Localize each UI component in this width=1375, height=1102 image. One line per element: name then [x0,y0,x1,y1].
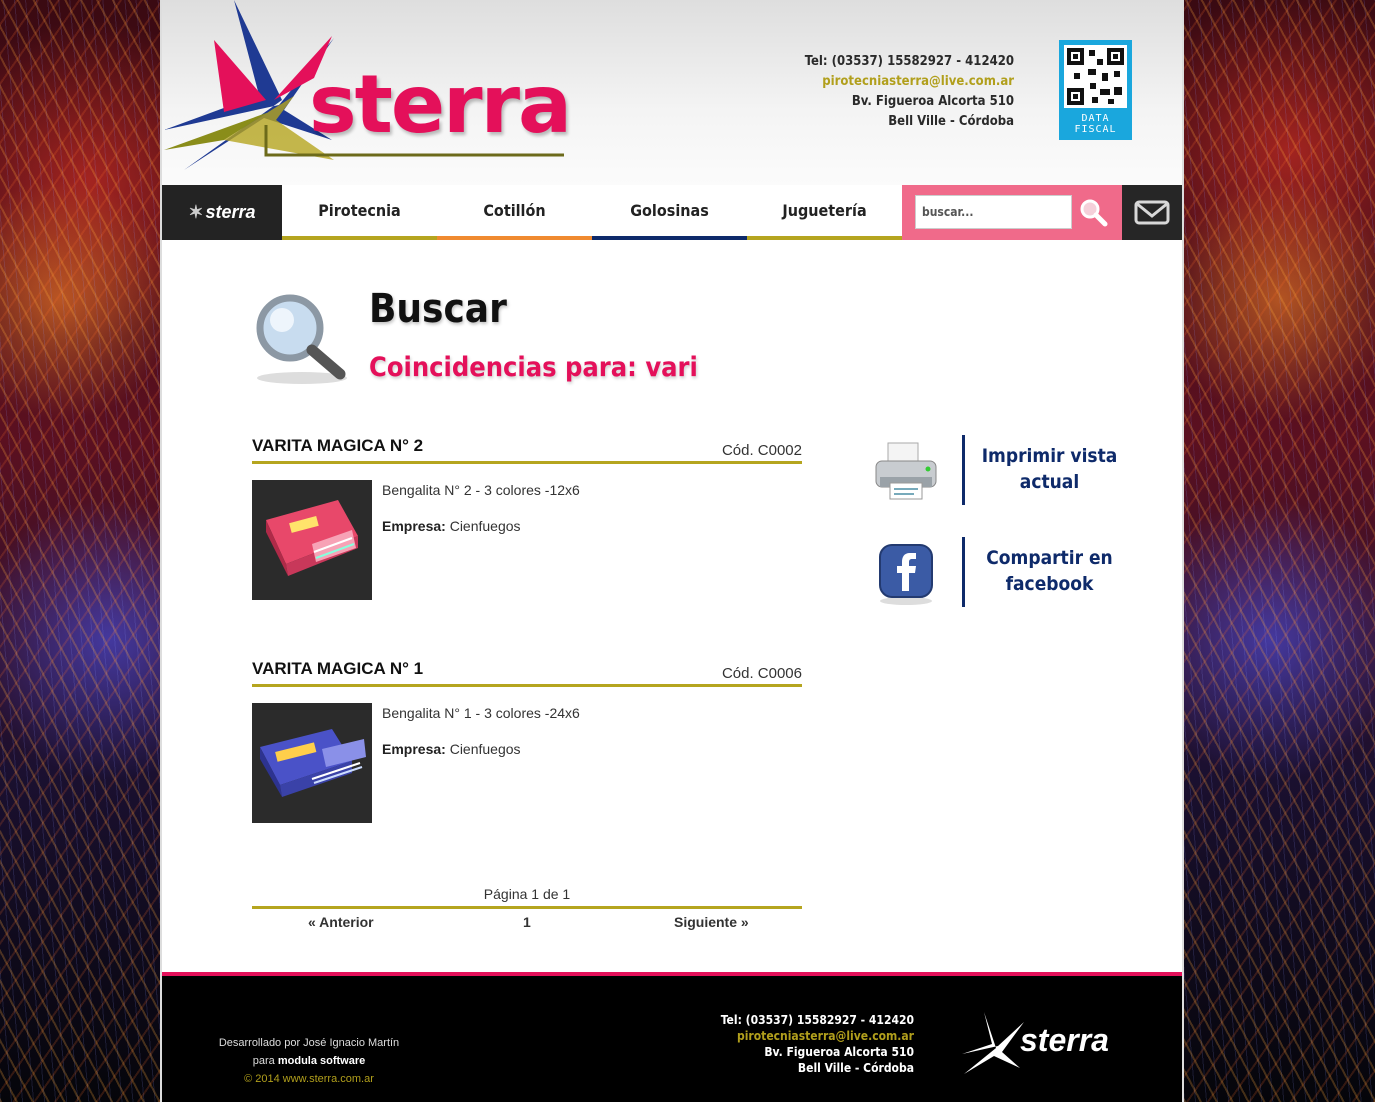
product-code: Cód. C0006 [721,665,802,682]
page-container: sterra Tel: (03537) 15582927 - 412420 pi… [160,0,1184,1102]
pagination-page-link[interactable]: 1 [523,914,531,930]
product-company: Empresa: Cienfuegos [382,741,521,757]
developer-company-line: para modula software [202,1052,416,1070]
header-phone: Tel: (03537) 15582927 - 412420 [804,54,1014,69]
page-subtitle: Coincidencias para: vari [369,352,698,383]
header-email[interactable]: pirotecniasterra@live.com.ar [805,72,1014,92]
product-image[interactable] [252,703,372,823]
search-magnifier-icon [256,294,347,384]
footer-address: Bv. Figueroa Alcorta 510 [764,1045,914,1059]
product-card[interactable]: VARITA MAGICA N° 2 Cód. C0002 Bengalita … [252,430,802,610]
product-code: Cód. C0002 [721,442,802,459]
company-value: Cienfuegos [449,518,521,534]
footer-city: Bell Ville - Córdoba [797,1061,914,1075]
share-label[interactable]: Compartir en facebook [972,545,1127,597]
developer-company-link[interactable]: modula software [278,1055,365,1067]
company-value: Cienfuegos [449,741,521,757]
header: sterra Tel: (03537) 15582927 - 412420 pi… [162,0,1182,185]
product-name[interactable]: VARITA MAGICA N° 2 [252,436,423,456]
footer-email[interactable]: pirotecniasterra@live.com.ar [721,1028,914,1044]
nav-item-pirotecnia[interactable]: Pirotecnia [282,185,437,240]
fireworks-background-right [1184,0,1375,1102]
footer-credits: Desarrollado por José Ignacio Martín par… [202,1034,416,1088]
product-company: Empresa: Cienfuegos [382,518,521,534]
magnifier-icon [1080,199,1108,227]
facebook-icon [879,544,933,605]
header-contact: Tel: (03537) 15582927 - 412420 pirotecni… [805,52,1014,132]
product-image[interactable] [252,480,372,600]
footer-logo[interactable]: sterra [958,1008,1128,1078]
developer-prefix: para [252,1055,275,1067]
pagination-divider [252,906,802,909]
header-city: Bell Ville - Córdoba [888,114,1014,129]
nav-item-jugueteria[interactable]: Juguetería [747,185,902,240]
product-header: VARITA MAGICA N° 2 Cód. C0002 [252,430,802,464]
qr-label-line-2: FISCAL [1074,124,1117,135]
contact-mail-button[interactable] [1122,185,1182,240]
nav-item-golosinas[interactable]: Golosinas [592,185,747,240]
company-label: Empresa: [382,518,446,534]
sparkler-box-image [260,729,366,797]
copyright[interactable]: © 2014 www.sterra.com.ar [202,1070,416,1088]
data-fiscal-qr[interactable]: DATA FISCAL [1059,40,1132,140]
site-logo[interactable]: sterra [164,0,572,178]
pagination: Página 1 de 1 « Anterior 1 Siguiente » [252,880,802,940]
action-separator [962,435,965,505]
header-address: Bv. Figueroa Alcorta 510 [851,94,1014,109]
search-input[interactable] [915,195,1072,229]
footer-logo-wordmark: sterra [1020,1022,1109,1058]
footer: Desarrollado por José Ignacio Martín par… [162,972,1182,1102]
page-title: Buscar [369,286,507,332]
product-description: Bengalita N° 2 - 3 colores -12x6 [382,482,580,498]
footer-star-icon [962,1012,1024,1074]
product-name[interactable]: VARITA MAGICA N° 1 [252,659,423,679]
share-facebook-action[interactable]: Compartir en facebook [872,537,1132,609]
product-description: Bengalita N° 1 - 3 colores -24x6 [382,705,580,721]
fireworks-background-left [0,0,160,1102]
qr-label-line-1: DATA [1081,113,1110,124]
company-label: Empresa: [382,741,446,757]
product-header: VARITA MAGICA N° 1 Cód. C0006 [252,653,802,687]
sparkler-box-image [266,500,358,576]
footer-phone: Tel: (03537) 15582927 - 412420 [720,1013,914,1027]
footer-contact: Tel: (03537) 15582927 - 412420 pirotecni… [721,1012,914,1076]
nav-home-logo[interactable]: ✶ sterra [162,185,282,240]
star-icon: ✶ [188,202,204,222]
qr-code-icon [1064,45,1127,108]
print-action[interactable]: Imprimir vista actual [872,435,1132,507]
main-nav: ✶ sterra Pirotecnia Cotillón Golosinas Ju… [162,185,1182,240]
envelope-icon [1134,200,1170,225]
search-box [902,185,1122,240]
product-card[interactable]: VARITA MAGICA N° 1 Cód. C0006 Bengalita … [252,653,802,833]
nav-logo-label: sterra [205,202,256,222]
developer-line: Desarrollado por José Ignacio Martín [218,1037,400,1049]
pagination-info: Página 1 de 1 [483,886,571,902]
action-separator [962,537,965,607]
nav-item-cotillon[interactable]: Cotillón [437,185,592,240]
logo-wordmark: sterra [309,58,572,151]
pagination-prev-link[interactable]: « Anterior [308,914,374,930]
search-button[interactable] [1074,195,1114,229]
qr-label: DATA FISCAL [1064,113,1127,135]
printer-icon [875,442,937,500]
print-label[interactable]: Imprimir vista actual [972,443,1127,495]
pagination-next-link[interactable]: Siguiente » [674,914,749,930]
